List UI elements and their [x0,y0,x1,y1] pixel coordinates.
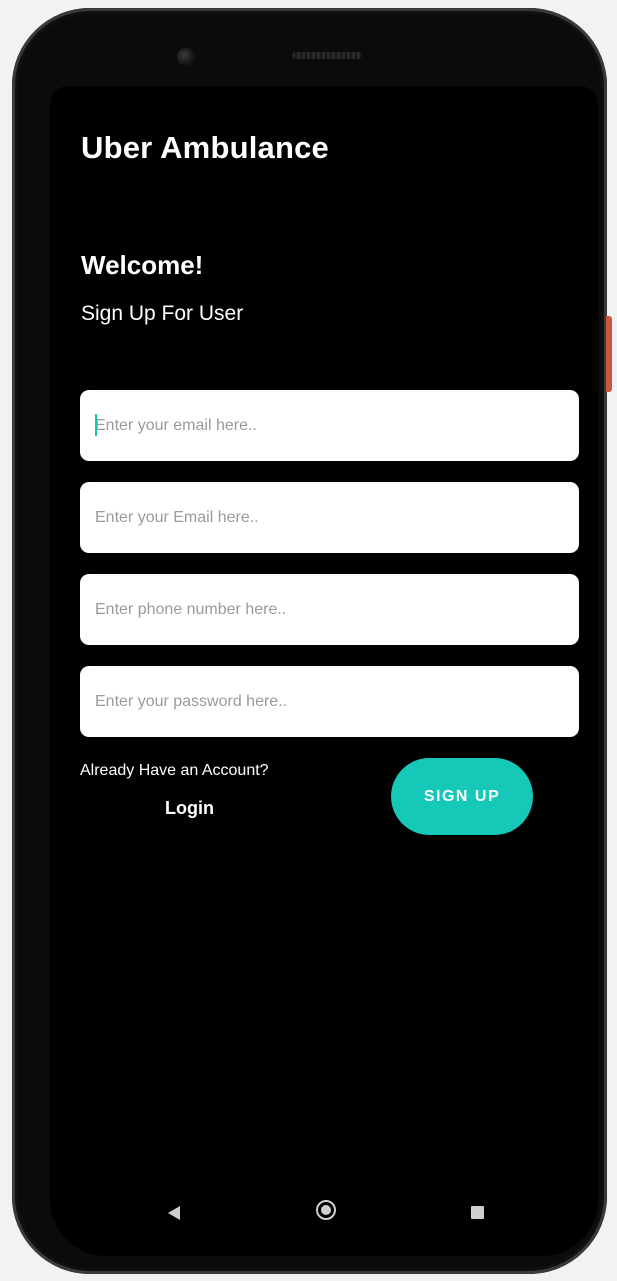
phone-frame: Uber Ambulance Welcome! Sign Up For User… [12,8,607,1274]
system-nav-bar [50,1176,598,1256]
password-input[interactable] [80,666,579,737]
sign-up-button[interactable]: SIGN UP [391,758,533,835]
side-power-button [606,316,612,392]
back-triangle-icon[interactable] [168,1206,180,1220]
phone-input[interactable] [80,574,579,645]
app-title: Uber Ambulance [81,130,329,165]
already-account-text: Already Have an Account? [80,762,269,779]
name-input[interactable] [80,390,579,461]
home-circle-icon[interactable] [316,1200,336,1220]
login-link[interactable]: Login [165,798,214,819]
signup-subtitle: Sign Up For User [81,302,244,325]
welcome-heading: Welcome! [81,250,204,280]
email-input[interactable] [80,482,579,553]
text-cursor [95,414,97,436]
front-camera-icon [177,48,195,66]
recents-square-icon[interactable] [471,1206,484,1219]
app-screen: Uber Ambulance Welcome! Sign Up For User… [50,86,598,1256]
earpiece-speaker [292,52,362,59]
